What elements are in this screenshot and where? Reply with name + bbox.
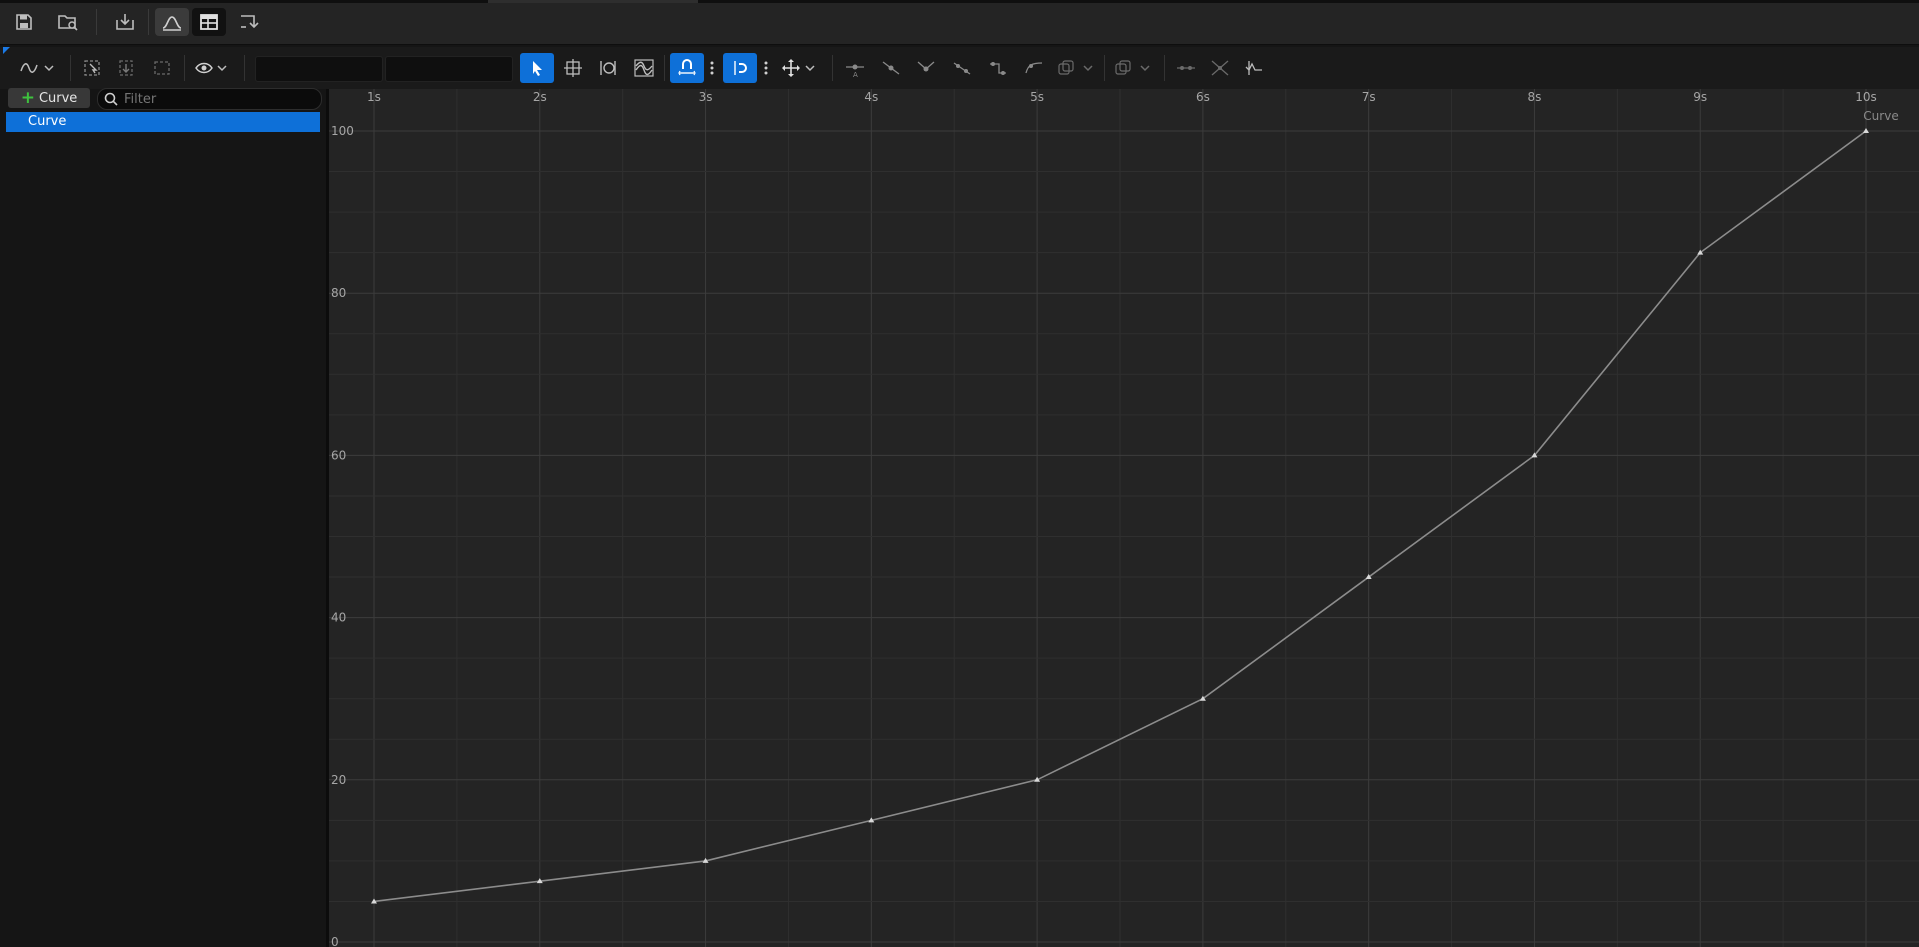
y-tick-label: 60	[331, 448, 346, 462]
reduce-keys-icon[interactable]	[1206, 53, 1234, 83]
tangent-user-icon[interactable]	[876, 53, 906, 83]
x-tick-label: 3s	[699, 90, 713, 104]
curve-editor-toolbar: A	[0, 47, 1919, 89]
y-tick-label: 0	[331, 935, 339, 947]
separator	[70, 55, 71, 81]
value-field[interactable]	[385, 56, 513, 82]
filter-input[interactable]	[124, 91, 304, 107]
x-tick-label: 9s	[1693, 90, 1707, 104]
tab-strip	[0, 0, 1919, 3]
separator	[832, 55, 833, 81]
y-tick-label: 100	[331, 124, 354, 138]
svg-text:A: A	[853, 71, 858, 78]
y-tick-label: 40	[331, 611, 346, 625]
tangent-break-icon[interactable]	[911, 53, 941, 83]
axis-snap-dropdown[interactable]	[780, 53, 820, 83]
export-icon[interactable]	[234, 8, 264, 36]
separator	[244, 55, 245, 81]
x-tick-label: 6s	[1196, 90, 1210, 104]
curve-name-label: Curve	[1863, 109, 1898, 123]
x-tick-label: 1s	[367, 90, 381, 104]
select-tool-icon[interactable]	[520, 53, 554, 83]
reimport-icon[interactable]	[110, 8, 140, 36]
snap-value-icon[interactable]	[723, 53, 757, 83]
browse-asset-icon[interactable]	[53, 8, 83, 36]
multi-scale-tool-icon[interactable]	[629, 53, 659, 83]
tree-item-curve[interactable]: Curve	[6, 112, 320, 132]
plus-icon: +	[20, 87, 35, 108]
snap-value-options-icon[interactable]	[761, 55, 771, 81]
x-tick-label: 10s	[1855, 90, 1877, 104]
filter-icon[interactable]	[1240, 53, 1268, 83]
y-tick-label: 80	[331, 286, 346, 300]
separator	[664, 55, 665, 81]
frame-horizontal-icon[interactable]	[148, 53, 176, 83]
curve-infinity-dropdown[interactable]	[1055, 53, 1099, 83]
x-tick-label: 8s	[1527, 90, 1541, 104]
time-field[interactable]	[255, 56, 383, 82]
asset-toolbar	[0, 0, 1919, 45]
post-infinity-dropdown[interactable]	[1112, 53, 1156, 83]
curve-tree-panel	[0, 89, 329, 947]
tangent-auto-icon[interactable]: A	[840, 53, 870, 83]
add-curve-button[interactable]: + Curve	[8, 88, 90, 108]
save-icon[interactable]	[9, 8, 39, 36]
visibility-dropdown[interactable]	[193, 53, 233, 83]
separator	[148, 9, 149, 35]
transform-tool-icon[interactable]	[558, 53, 588, 83]
separator	[96, 9, 97, 35]
x-tick-label: 5s	[1030, 90, 1044, 104]
snap-time-options-icon[interactable]	[707, 55, 717, 81]
frame-vertical-icon[interactable]	[112, 53, 140, 83]
tangent-linear-icon[interactable]	[947, 53, 977, 83]
straighten-tangents-icon[interactable]	[1172, 53, 1200, 83]
separator	[1104, 55, 1105, 81]
search-icon	[104, 92, 118, 106]
retime-tool-icon[interactable]	[593, 53, 623, 83]
x-tick-label: 4s	[864, 90, 878, 104]
table-view-icon[interactable]	[192, 8, 226, 36]
curve-view-icon[interactable]	[155, 8, 189, 36]
frame-selection-icon[interactable]	[78, 53, 106, 83]
tangent-constant-icon[interactable]	[983, 53, 1013, 83]
filter-box[interactable]	[97, 88, 322, 110]
separator	[184, 55, 185, 81]
view-mode-dropdown[interactable]	[16, 53, 60, 83]
x-tick-label: 2s	[533, 90, 547, 104]
x-tick-label: 7s	[1362, 90, 1376, 104]
y-tick-label: 20	[331, 773, 346, 787]
snap-time-icon[interactable]	[670, 53, 704, 83]
curve-graph[interactable]: 1s 2s 3s 4s 5s 6s 7s 8s 9s 10s 0 20 40 60 80 100 Curve	[329, 89, 1919, 947]
flatten-tangents-icon[interactable]	[1019, 53, 1049, 83]
separator	[1164, 55, 1165, 81]
add-curve-label: Curve	[38, 90, 78, 106]
corner-marker	[3, 47, 10, 54]
curve-chart[interactable]: 1s 2s 3s 4s 5s 6s 7s 8s 9s 10s 0 20 40 60 80 100 Curve	[329, 89, 1919, 947]
